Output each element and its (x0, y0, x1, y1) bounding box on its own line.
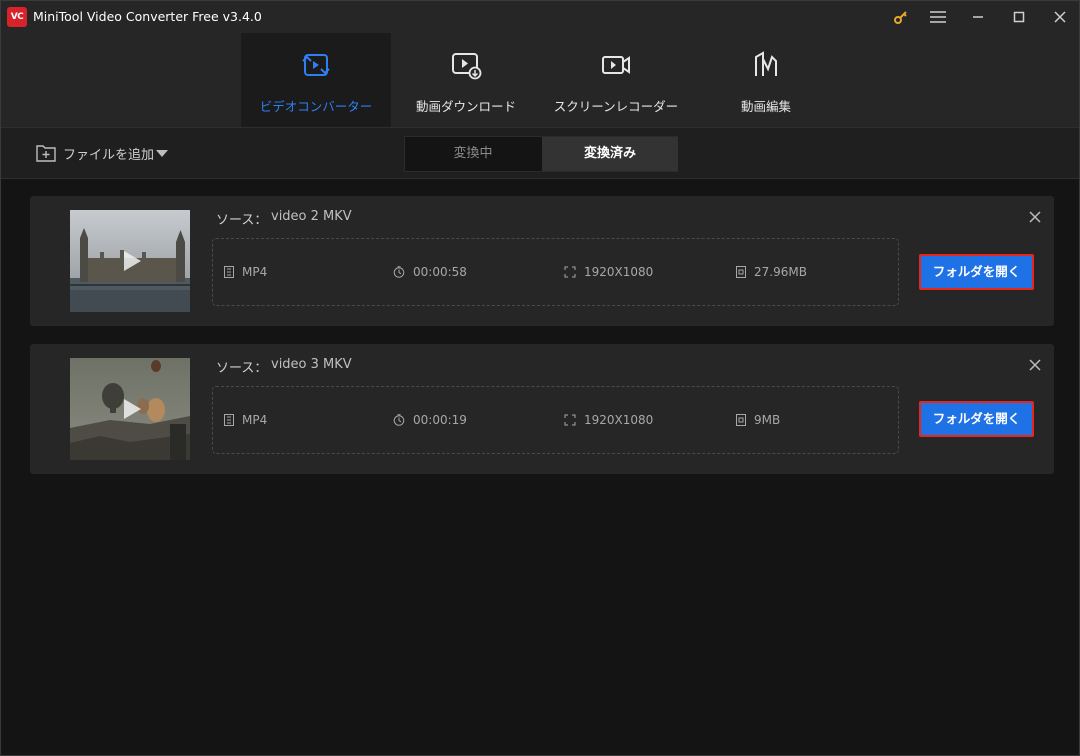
tab-label: 動画ダウンロード (415, 99, 516, 114)
play-icon[interactable] (118, 248, 144, 274)
tab-label: スクリーンレコーダー (553, 99, 679, 114)
output-duration: 00:00:58 (393, 265, 467, 279)
output-format: MP4 (224, 265, 267, 279)
tab-label: 動画編集 (740, 99, 791, 114)
close-icon[interactable] (1028, 210, 1042, 224)
size-value: 27.96MB (754, 265, 807, 279)
file-format-icon (224, 414, 234, 426)
screen-record-icon (602, 56, 630, 74)
minimize-icon[interactable] (964, 5, 992, 29)
source-label: ソース： (216, 361, 268, 376)
video-edit-icon (755, 51, 777, 76)
source-label: ソース： (216, 213, 268, 228)
format-value: MP4 (242, 265, 268, 279)
app-window: VC MiniTool Video Converter Free v3.4.0 (0, 0, 1080, 756)
clock-icon (393, 414, 405, 426)
converted-item: ソース： video 3 MKV MP4 00:00:19 1920X1080 … (30, 344, 1054, 474)
source-file-name: video 2 MKV (271, 209, 352, 224)
output-resolution: 1920X1080 (564, 413, 653, 427)
output-info: MP4 00:00:58 1920X1080 27.96MB (212, 238, 899, 306)
main-nav: ビデオコンバーター 動画ダウンロード スクリーンレコーダー 動画編集 (1, 33, 1079, 127)
output-format: MP4 (224, 413, 267, 427)
maximize-icon[interactable] (1005, 5, 1033, 29)
close-icon[interactable] (1046, 5, 1074, 29)
resolution-value: 1920X1080 (584, 413, 654, 427)
size-value: 9MB (754, 413, 781, 427)
output-size: 9MB (736, 413, 780, 427)
add-file-button[interactable]: ファイルを追加 (35, 142, 154, 164)
open-folder-button[interactable]: フォルダを開く (919, 254, 1034, 290)
add-file-label: ファイルを追加 (63, 147, 155, 163)
tab-video-converter[interactable]: ビデオコンバーター (241, 33, 391, 127)
title-bar: VC MiniTool Video Converter Free v3.4.0 (1, 1, 1079, 33)
format-value: MP4 (242, 413, 268, 427)
video-download-icon (452, 53, 482, 80)
tab-video-download[interactable]: 動画ダウンロード (391, 33, 541, 127)
clock-icon (393, 266, 405, 278)
add-file-icon (36, 145, 56, 162)
convert-icon (302, 54, 330, 76)
video-thumbnail[interactable] (70, 358, 190, 460)
output-resolution: 1920X1080 (564, 265, 653, 279)
resolution-value: 1920X1080 (584, 265, 654, 279)
file-size-icon (736, 266, 746, 278)
tab-video-edit[interactable]: 動画編集 (691, 33, 841, 127)
video-thumbnail[interactable] (70, 210, 190, 312)
tab-screen-recorder[interactable]: スクリーンレコーダー (541, 33, 691, 127)
duration-value: 00:00:19 (413, 413, 467, 427)
app-title: MiniTool Video Converter Free v3.4.0 (33, 9, 262, 24)
status-toggle: 変換中 変換済み (404, 136, 678, 172)
output-size: 27.96MB (736, 265, 807, 279)
output-duration: 00:00:19 (393, 413, 467, 427)
tab-label: ビデオコンバーター (259, 99, 373, 114)
toolbar: ファイルを追加 変換中 変換済み (1, 127, 1079, 179)
source-file-name: video 3 MKV (271, 357, 352, 372)
play-icon[interactable] (118, 396, 144, 422)
tab-converting[interactable]: 変換中 (405, 137, 541, 171)
app-logo: VC (7, 7, 27, 27)
resolution-icon (564, 414, 576, 426)
duration-value: 00:00:58 (413, 265, 467, 279)
chevron-down-icon[interactable] (156, 150, 168, 158)
key-icon[interactable] (887, 5, 915, 29)
open-folder-button[interactable]: フォルダを開く (919, 401, 1034, 437)
close-icon[interactable] (1028, 358, 1042, 372)
file-format-icon (224, 266, 234, 278)
tab-converted[interactable]: 変換済み (542, 137, 678, 171)
file-size-icon (736, 414, 746, 426)
converted-item: ソース： video 2 MKV MP4 00:00:58 1920X1080 … (30, 196, 1054, 326)
menu-icon[interactable] (924, 5, 952, 29)
resolution-icon (564, 266, 576, 278)
output-info: MP4 00:00:19 1920X1080 9MB (212, 386, 899, 454)
